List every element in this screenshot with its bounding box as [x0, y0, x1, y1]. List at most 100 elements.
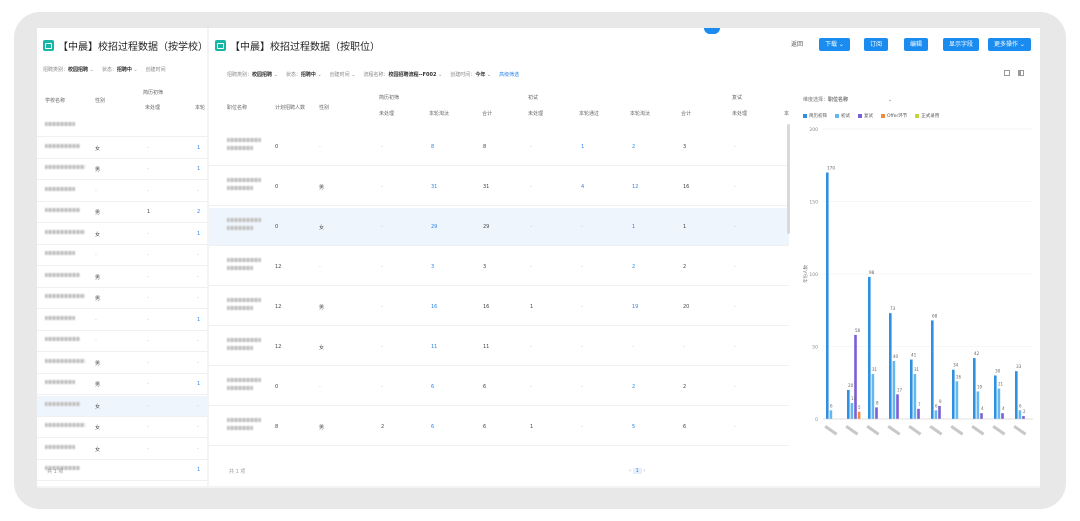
table-row[interactable]: 男 - 1 [37, 159, 207, 180]
edit-button[interactable]: 编辑 [904, 38, 929, 51]
more-cell: - [197, 424, 199, 430]
back-button[interactable]: 返回 [791, 38, 803, 51]
table-scrollbar[interactable] [787, 124, 790, 234]
iv-passed-cell[interactable]: 1 [581, 144, 584, 150]
school-name-redacted [45, 337, 80, 341]
rs-eliminated-cell[interactable]: 6 [431, 424, 434, 430]
advanced-filter-link[interactable]: 高级筛选 [499, 71, 519, 78]
iv-eliminated-cell[interactable]: - [632, 344, 634, 350]
filter-created[interactable]: 创建时间 [146, 66, 166, 73]
table-row[interactable]: 12 - - 3 3 - - 2 2 - [209, 248, 789, 286]
table-row[interactable]: 0 - - 6 6 - - 2 2 - [209, 368, 789, 406]
filter-recruit-type[interactable]: 招聘类别：校园招聘 ⌄ [43, 66, 94, 73]
collapse-toggle[interactable] [704, 28, 720, 34]
school-filters: 招聘类别：校园招聘 ⌄ 状态：招聘中 ⌄ 创建时间 [43, 66, 166, 73]
iv-eliminated-cell[interactable]: 1 [632, 224, 635, 230]
rs-total-cell: 31 [483, 184, 490, 190]
filter-created[interactable]: 创建时间 ⌄ [330, 71, 356, 78]
download-button[interactable]: 下载 ⌄ [819, 38, 850, 51]
filter-created-year[interactable]: 创建时间：今年 ⌄ [450, 71, 491, 78]
iv-passed-cell[interactable]: - [581, 384, 583, 390]
position-name-redacted [227, 386, 253, 390]
legend-item[interactable]: 初试 [835, 113, 850, 119]
iv-passed-cell[interactable]: - [581, 304, 583, 310]
filter-status[interactable]: 状态：招聘中 ⌄ [102, 66, 138, 73]
school-name-redacted [45, 186, 75, 191]
x-tick-label-redacted [1013, 424, 1027, 436]
table-row[interactable]: 男-- [37, 288, 207, 309]
table-row[interactable]: - - 1 [37, 310, 207, 331]
table-row[interactable]: --- [37, 181, 207, 202]
chart-bar [980, 413, 983, 419]
table-row[interactable]: 女-- [37, 417, 207, 438]
rt-pending-cell: - [734, 344, 736, 350]
iv-eliminated-cell[interactable]: 5 [632, 424, 635, 430]
y-axis-label: 年份人数 [802, 265, 809, 283]
table-row[interactable]: 12 女 - 11 11 - - - - - [209, 328, 789, 366]
dimension-select[interactable]: 维度选择：职位名称 ⌄ [803, 96, 892, 103]
iv-passed-cell[interactable]: 4 [581, 184, 584, 190]
rs-eliminated-cell[interactable]: 16 [431, 304, 437, 310]
school-name-redacted [45, 165, 85, 169]
show-fields-button[interactable]: 显示字段 [943, 38, 980, 51]
rs-eliminated-cell[interactable]: 8 [431, 144, 434, 150]
table-row[interactable]: 0 - - 8 8 - 1 2 3 - [209, 128, 789, 166]
school-name-redacted [45, 315, 75, 320]
table-row[interactable]: 男-- [37, 353, 207, 374]
x-tick-label-redacted [908, 425, 922, 436]
iv-eliminated-cell[interactable]: 19 [632, 304, 638, 310]
rs-eliminated-cell[interactable]: 3 [431, 264, 434, 270]
y-tick-label: 100 [809, 272, 818, 278]
iv-eliminated-cell[interactable]: 12 [632, 184, 638, 190]
position-name-redacted [227, 346, 253, 350]
more-cell: - [197, 402, 199, 409]
legend-item[interactable]: 复试 [858, 113, 873, 119]
data-label: 31 [872, 367, 878, 372]
filter-process[interactable]: 流程名称：校园招聘流程--F002 ⌄ [363, 71, 442, 78]
table-row[interactable]: 12 男 - 16 16 1 - 19 20 - [209, 288, 789, 326]
rs-eliminated-cell[interactable]: 6 [431, 384, 434, 390]
table-row[interactable]: 女 - 1 [37, 224, 207, 245]
iv-passed-cell[interactable]: - [581, 344, 583, 350]
rs-pending-cell: - [381, 304, 383, 310]
col-planned: 计划招聘人数 [275, 105, 306, 111]
rs-eliminated-cell[interactable]: 29 [431, 224, 437, 230]
table-row[interactable]: 8 男 2 6 6 1 - 5 6 - [209, 408, 789, 446]
table-row[interactable]: --- [37, 331, 207, 352]
y-tick-label: 50 [812, 345, 818, 351]
filter-status[interactable]: 状态：招聘中 ⌄ [286, 71, 322, 78]
planned-cell: 0 [275, 144, 279, 150]
rs-eliminated-cell[interactable]: 11 [431, 344, 437, 350]
rs-eliminated-cell[interactable]: 31 [431, 184, 437, 190]
col-gender: 性别 [95, 98, 106, 104]
iv-eliminated-cell[interactable]: 2 [632, 264, 635, 270]
legend-item[interactable]: 正式录用 [915, 113, 939, 119]
school-name-redacted [45, 294, 85, 298]
table-row[interactable]: 男 - 1 [37, 374, 207, 395]
table-row[interactable]: 男 1 2 [37, 202, 207, 223]
table-row[interactable]: 女-- [37, 395, 207, 417]
table-row[interactable]: --- [37, 245, 207, 266]
table-row[interactable]: 男-- [37, 267, 207, 288]
table-row[interactable]: 女-- [37, 439, 207, 460]
table-row[interactable] [37, 116, 207, 137]
legend-item[interactable]: 简历初筛 [803, 113, 827, 119]
table-row[interactable]: 女 - 1 [37, 138, 207, 159]
position-pager[interactable]: ‹ 1 › [629, 468, 645, 474]
table-row[interactable]: 0 男 - 31 31 - 4 12 16 - [209, 168, 789, 206]
iv-eliminated-cell[interactable]: 2 [632, 144, 635, 150]
iv-passed-cell[interactable]: - [581, 264, 583, 270]
more-actions-button[interactable]: 更多操作 ⌄ [988, 38, 1031, 51]
iv-eliminated-cell[interactable]: 2 [632, 384, 635, 390]
subscribe-button[interactable]: 订阅 [864, 38, 889, 51]
chart-bar [913, 374, 917, 419]
gender-cell: 女 [95, 145, 101, 152]
iv-passed-cell[interactable]: - [581, 224, 583, 230]
table-row[interactable]: 0 女 - 29 29 - - 1 1 - [209, 208, 789, 246]
position-total: 共 1 项 [229, 469, 246, 475]
report-icon [43, 40, 54, 51]
legend-item[interactable]: Offer环节 [881, 113, 907, 119]
x-tick-label-redacted [992, 425, 1006, 436]
filter-recruit-type[interactable]: 招聘类别：校园招聘 ⌄ [227, 71, 278, 78]
iv-passed-cell[interactable]: - [581, 424, 583, 430]
